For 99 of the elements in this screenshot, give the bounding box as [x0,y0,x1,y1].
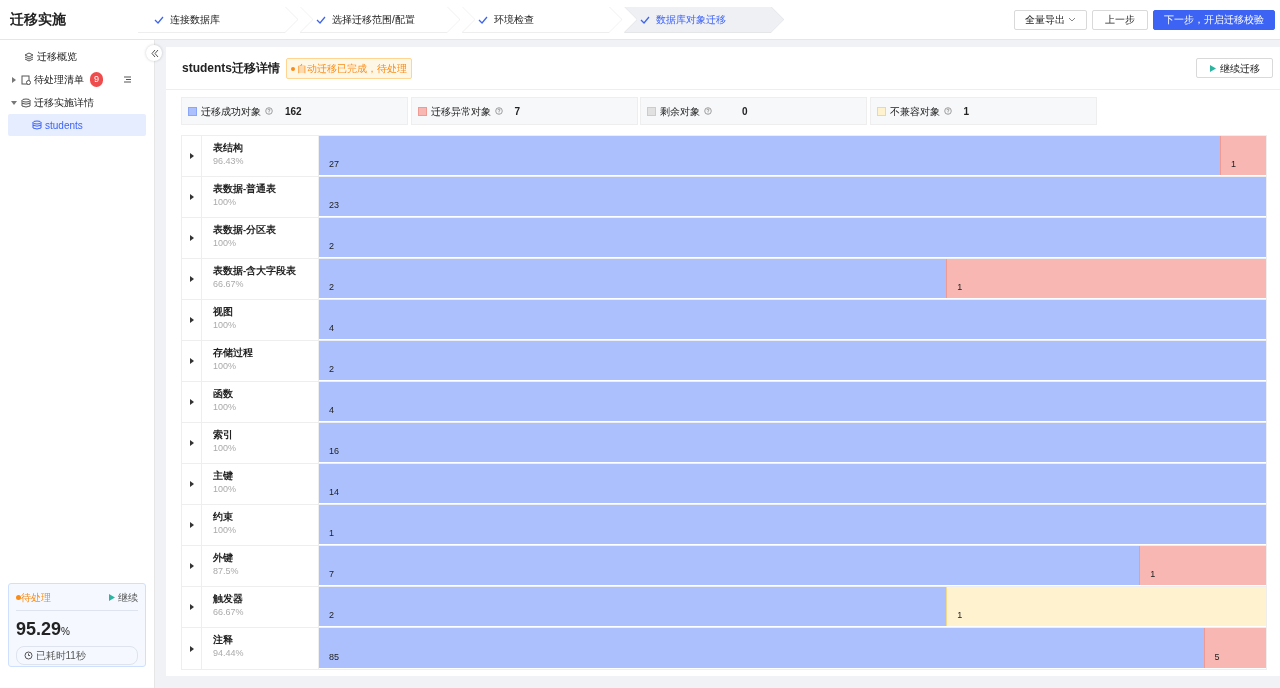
sidebar-item[interactable]: 待处理清单 9 [0,68,140,91]
elapsed-time: 已耗时11秒 [16,645,138,665]
caret-icon [188,275,195,283]
help-icon [704,107,712,115]
status-dot [16,595,21,600]
caret-icon [1068,16,1076,23]
category-name: 主键 [213,469,234,483]
category-percent: 100% [213,524,238,538]
bar-segment: 4 [319,382,1266,421]
caret-icon [188,644,195,653]
caret-icon [188,357,195,365]
count-badge: 9 [90,71,103,88]
legend-count: 162 [285,104,302,119]
category-name: 视图 [213,305,234,319]
category-percent: 96.43% [213,155,245,169]
legend-count: 7 [514,104,521,119]
caret-icon [188,439,195,447]
bar-segment: 5 [1203,628,1266,668]
category-name: 表数据-分区表 [213,223,278,237]
continue-migration-button[interactable]: 继续迁移 [1196,58,1273,78]
category-name: 函数 [213,387,234,401]
category-percent: 87.5% [213,565,240,579]
category-percent: 100% [213,237,238,251]
play-icon [1209,63,1217,73]
caret-icon [188,152,195,160]
bar-segment: 27 [319,136,1220,175]
bar-segment: 23 [319,177,1266,216]
caret-icon [188,316,195,324]
category-percent: 100% [213,483,238,497]
legend-label: 不兼容对象 [889,104,940,119]
collapse-button[interactable] [146,45,162,61]
legend-count: 1 [963,104,970,119]
bar-segment: 2 [319,218,1266,257]
next-button[interactable]: 下一步，开启迁移校验 [1153,9,1275,30]
legend-label: 剩余对象 [660,104,700,119]
category-percent: 94.44% [213,647,245,661]
legend-label: 迁移成功对象 [201,104,261,119]
page-title: 迁移实施 [9,10,67,29]
bar-segment: 1 [319,505,1266,544]
category-name: 表数据-普通表 [213,182,278,196]
play-icon [107,593,116,602]
category-name: 表结构 [213,141,244,155]
bar-segment: 1 [946,259,1266,298]
bar-segment: 1 [1220,136,1266,175]
bar-segment: 2 [319,341,1266,380]
previous-button[interactable]: 上一步 [1092,9,1148,30]
category-percent: 66.67% [213,606,245,620]
category-name: 外键 [213,551,234,565]
bar-segment: 1 [1139,546,1266,585]
bar-segment: 7 [319,546,1140,585]
category-percent: 100% [213,442,238,456]
menu-icon [123,75,132,84]
sidebar-item[interactable]: 迁移概览 [0,45,140,68]
category-name: 存储过程 [213,346,254,360]
category-name: 注释 [213,633,234,647]
category-percent: 100% [213,401,238,415]
caret-icon [188,398,195,406]
caret-icon [188,234,195,242]
progress-value: 95.29 [16,618,62,641]
bar-segment: 4 [319,300,1266,339]
sidebar-item[interactable]: 迁移实施详情 [0,91,140,114]
category-percent: 100% [213,319,238,333]
help-icon [943,107,952,115]
database-icon [21,97,31,108]
export-button[interactable]: 全量导出 [1014,9,1087,30]
legend-count: 0 [742,104,748,119]
bar-segment: 2 [319,587,947,626]
report-icon [21,74,31,85]
category-percent: 100% [213,360,238,374]
status-tag: 自动迁移已完成，待处理 [286,57,412,79]
database-icon [32,120,42,130]
percent-unit: % [61,626,70,639]
category-name: 索引 [213,428,234,442]
help-icon [494,107,503,115]
bar-segment: 2 [319,259,947,298]
layers-icon [24,51,34,62]
legend-label: 迁移异常对象 [430,104,491,119]
chevrons-icon [149,48,159,58]
clock-icon [24,650,33,660]
category-percent: 100% [213,196,238,210]
caret-icon [188,562,195,570]
status-label: 待处理 [21,591,51,605]
category-name: 约束 [213,510,234,524]
caret-icon [188,193,195,201]
caret-icon [188,521,195,529]
bar-segment: 1 [946,587,1266,626]
help-icon [265,107,273,115]
category-percent: 66.67% [213,278,245,292]
detail-title: students迁移详情 [182,60,280,77]
caret-icon [188,603,195,611]
continue-link[interactable]: 继续 [107,590,138,605]
category-name: 触发器 [213,592,244,606]
bar-segment: 85 [319,628,1204,668]
step-tab[interactable]: 数据库对象迁移 [624,6,784,33]
caret-icon [188,480,195,488]
sidebar-item[interactable]: students [8,114,146,136]
category-name: 表数据-含大字段表 [213,264,298,278]
bar-segment: 16 [319,423,1266,462]
bar-segment: 14 [319,464,1266,503]
